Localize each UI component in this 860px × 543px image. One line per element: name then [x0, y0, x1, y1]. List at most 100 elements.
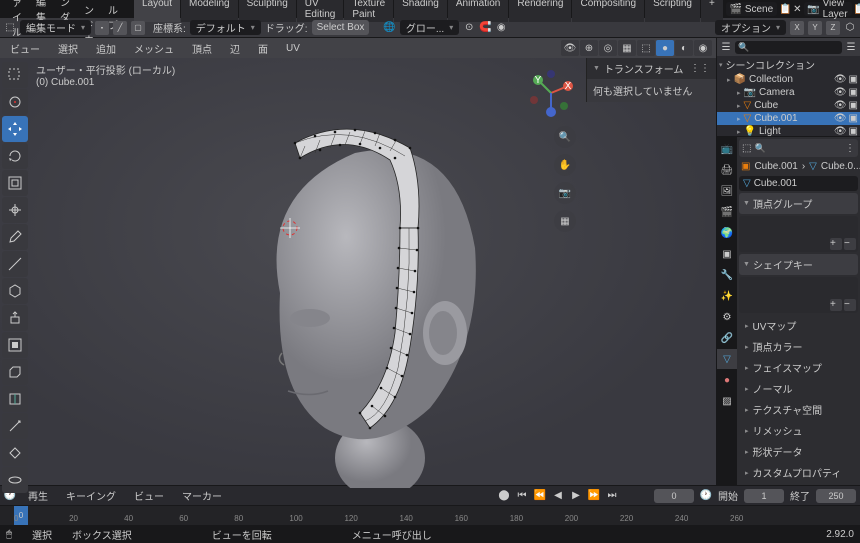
orientation-dropdown[interactable]: デフォルト [190, 20, 261, 35]
play-icon[interactable]: ▶ [570, 490, 582, 502]
normals-section[interactable]: ▸ノーマル [739, 378, 858, 399]
annotate-tool[interactable] [2, 224, 28, 250]
ws-tab-shading[interactable]: Shading [394, 0, 447, 22]
ws-tab-animation[interactable]: Animation [448, 0, 508, 22]
ptab-output[interactable]: 🖨 [717, 160, 737, 180]
camera-view-icon[interactable]: 📷 [554, 182, 576, 204]
inset-tool[interactable] [2, 332, 28, 358]
current-frame-field[interactable]: 0 [654, 489, 694, 503]
outliner-row[interactable]: ▸▽Cube👁▣ [717, 99, 860, 112]
vp-menu-edge[interactable]: 辺 [224, 39, 246, 58]
scene-del-icon[interactable]: ✕ [793, 3, 801, 15]
editor-type-icon[interactable]: ⬚ [4, 22, 16, 34]
vp-menu-face[interactable]: 面 [252, 39, 274, 58]
options-icon[interactable]: ⋮ [845, 143, 855, 154]
ws-tab-sculpting[interactable]: Sculpting [239, 0, 296, 22]
ptab-particle[interactable]: ✨ [717, 286, 737, 306]
visibility-icon[interactable]: 👁 [561, 40, 579, 56]
timeline-track[interactable]: 0 020406080100120140160180200220240260 [0, 505, 860, 525]
preview-range-icon[interactable]: 🕐 [700, 490, 712, 502]
mirror-z[interactable]: Z [826, 21, 840, 35]
ws-tab-layout[interactable]: Layout [134, 0, 180, 22]
vp-menu-mesh[interactable]: メッシュ [128, 39, 180, 58]
bevel-tool[interactable] [2, 359, 28, 385]
scene-collection-row[interactable]: ▾ シーンコレクション [717, 56, 860, 73]
extrude-tool[interactable] [2, 305, 28, 331]
knife-tool[interactable] [2, 413, 28, 439]
vp-menu-vertex[interactable]: 頂点 [186, 39, 218, 58]
proportional-icon[interactable]: ◉ [495, 22, 507, 34]
properties-search[interactable]: ⬚ ⋮ [739, 139, 858, 157]
vcolors-section[interactable]: ▸頂点カラー [739, 336, 858, 357]
filter-icon[interactable]: ☰ [845, 41, 857, 53]
ptab-material[interactable]: ● [717, 370, 737, 390]
pan-icon[interactable]: ✋ [554, 154, 576, 176]
loopcut-tool[interactable] [2, 386, 28, 412]
autokey-icon[interactable]: ⬤ [498, 490, 510, 502]
remove-icon[interactable]: − [844, 299, 856, 311]
ptab-data[interactable]: ▽ [717, 349, 737, 369]
vp-menu-add[interactable]: 追加 [90, 39, 122, 58]
rendered-icon[interactable]: ◉ [694, 40, 712, 56]
ws-tab-add[interactable]: + [701, 0, 723, 22]
facemaps-section[interactable]: ▸フェイスマップ [739, 357, 858, 378]
ptab-scene[interactable]: 🎬 [717, 202, 737, 222]
shapekeys-list[interactable]: +− [739, 277, 858, 313]
ptab-modifier[interactable]: 🔧 [717, 265, 737, 285]
matprev-icon[interactable]: ◐ [675, 40, 693, 56]
vertex-groups-section[interactable]: ▼頂点グループ [739, 193, 858, 214]
start-frame-field[interactable]: 1 [744, 489, 784, 503]
jump-end-icon[interactable]: ⏭ [606, 490, 618, 502]
n-panel-header[interactable]: ▼ トランスフォーム ⋮⋮ [587, 58, 716, 79]
persp-ortho-icon[interactable]: ▦ [554, 210, 576, 232]
prop-search-input[interactable] [754, 143, 842, 153]
ws-tab-texpaint[interactable]: Texture Paint [344, 0, 393, 22]
measure-tool[interactable] [2, 251, 28, 277]
texspace-section[interactable]: ▸テクスチャ空間 [739, 399, 858, 420]
keyframe-prev-icon[interactable]: ⏪ [534, 490, 546, 502]
keyframe-next-icon[interactable]: ⏩ [588, 490, 600, 502]
ws-tab-uvediting[interactable]: UV Editing [297, 0, 344, 22]
selectbox-btn[interactable]: Select Box [312, 20, 370, 35]
outliner-row[interactable]: ▸💡Light👁▣ [717, 125, 860, 137]
overlay-toggle-icon[interactable]: ◎ [599, 40, 617, 56]
mirror-y[interactable]: Y [808, 21, 822, 35]
automerge-icon[interactable]: ⬡ [844, 22, 856, 34]
mesh-name-field[interactable]: ▽ Cube.001 [739, 176, 858, 191]
ptab-world[interactable]: 🌍 [717, 223, 737, 243]
face-select-icon[interactable]: ▢ [131, 21, 145, 35]
vp-menu-uv[interactable]: UV [280, 41, 306, 56]
ptab-object[interactable]: ▣ [717, 244, 737, 264]
vp-menu-view[interactable]: ビュー [4, 39, 46, 58]
ws-tab-compositing[interactable]: Compositing [572, 0, 644, 22]
ws-tab-modeling[interactable]: Modeling [181, 0, 238, 22]
transform-tool[interactable] [2, 197, 28, 223]
ptab-viewlayer[interactable]: 🖼 [717, 181, 737, 201]
global-dropdown[interactable]: グロー... [400, 20, 459, 35]
crumb-obj[interactable]: Cube.001 [754, 161, 797, 172]
ptab-render[interactable]: 📺 [717, 139, 737, 159]
edge-select-icon[interactable]: ╱ [113, 21, 127, 35]
add-icon[interactable]: + [830, 299, 842, 311]
scene-selector[interactable]: 🎬 Scene [726, 2, 777, 16]
tl-view[interactable]: ビュー [128, 486, 170, 505]
zoom-icon[interactable]: 🔍 [554, 126, 576, 148]
crumb-mesh[interactable]: Cube.0... [821, 161, 860, 172]
outliner-search[interactable] [735, 41, 842, 54]
mirror-x[interactable]: X [790, 21, 804, 35]
vert-select-icon[interactable]: ⬝ [95, 21, 109, 35]
remesh-section[interactable]: ▸リメッシュ [739, 420, 858, 441]
gizmo-toggle-icon[interactable]: ⊕ [580, 40, 598, 56]
snap-icon[interactable]: 🧲 [479, 22, 491, 34]
ws-tab-rendering[interactable]: Rendering [509, 0, 571, 22]
viewlayer-selector[interactable]: 📷 View Layer [804, 2, 852, 16]
play-rev-icon[interactable]: ◀ [552, 490, 564, 502]
outliner-row[interactable]: ▸▽Cube.001👁▣ [717, 112, 860, 125]
rotate-tool[interactable] [2, 143, 28, 169]
geodata-section[interactable]: ▸形状データ [739, 441, 858, 462]
scale-tool[interactable] [2, 170, 28, 196]
custom-section[interactable]: ▸カスタムプロパティ [739, 462, 858, 483]
move-tool[interactable] [2, 116, 28, 142]
viewlayer-new-icon[interactable]: 📋 [854, 3, 860, 15]
nav-gizmo[interactable]: X Y [526, 68, 576, 118]
